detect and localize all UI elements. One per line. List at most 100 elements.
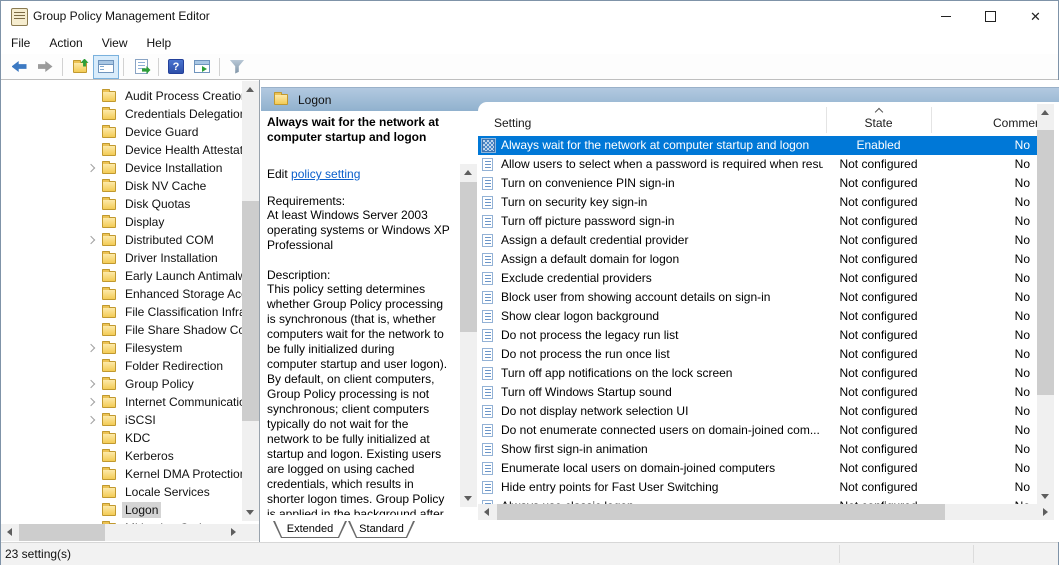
column-header-setting[interactable]: Setting (494, 116, 531, 130)
folder-icon (102, 505, 116, 516)
expand-chevron-icon[interactable] (85, 399, 102, 405)
tree-vertical-scrollbar[interactable] (242, 81, 259, 521)
forward-icon (38, 61, 53, 72)
setting-row[interactable]: Do not process the legacy run listNot co… (478, 326, 1037, 345)
scroll-left-icon[interactable] (7, 528, 12, 536)
scroll-left-icon[interactable] (484, 508, 489, 516)
scroll-up-icon[interactable] (464, 170, 472, 175)
forward-button[interactable] (33, 56, 57, 78)
tree-item-disk-nv-cache[interactable]: Disk NV Cache (1, 177, 242, 195)
tree-vscroll-thumb[interactable] (242, 201, 259, 421)
description-scroll-thumb[interactable] (460, 182, 477, 332)
list-vertical-scrollbar[interactable] (1037, 104, 1054, 505)
folder-icon (102, 109, 116, 120)
menu-item-action[interactable]: Action (40, 33, 91, 53)
close-button[interactable]: ✕ (1013, 1, 1058, 31)
maximize-button[interactable] (968, 1, 1013, 31)
expand-chevron-icon[interactable] (85, 381, 102, 387)
setting-row[interactable]: Turn off app notifications on the lock s… (478, 364, 1037, 383)
setting-row[interactable]: Enumerate local users on domain-joined c… (478, 459, 1037, 478)
back-button[interactable] (7, 56, 31, 78)
folder-icon (102, 163, 116, 174)
setting-row[interactable]: Always use classic logonNot configuredNo (478, 497, 1037, 504)
tree-item-display[interactable]: Display (1, 213, 242, 231)
scroll-down-icon[interactable] (1041, 494, 1049, 499)
expand-chevron-icon[interactable] (85, 165, 102, 171)
setting-row[interactable]: Turn on security key sign-inNot configur… (478, 193, 1037, 212)
setting-row[interactable]: Block user from showing account details … (478, 288, 1037, 307)
tab-standard[interactable]: Standard (348, 521, 415, 538)
help-button[interactable]: ? (164, 56, 188, 78)
setting-row[interactable]: Turn on convenience PIN sign-inNot confi… (478, 174, 1037, 193)
setting-name: Enumerate local users on domain-joined c… (501, 459, 823, 478)
tree-item-enhanced-storage-access[interactable]: Enhanced Storage Access (1, 285, 242, 303)
scroll-down-icon[interactable] (246, 510, 254, 515)
description-scrollbar[interactable] (460, 164, 477, 507)
up-one-level-button[interactable] (68, 56, 92, 78)
expand-chevron-icon[interactable] (85, 237, 102, 243)
setting-row[interactable]: Turn off Windows Startup soundNot config… (478, 383, 1037, 402)
scroll-up-icon[interactable] (1041, 110, 1049, 115)
setting-row[interactable]: Always wait for the network at computer … (478, 136, 1037, 155)
tree-item-device-guard[interactable]: Device Guard (1, 123, 242, 141)
edit-policy-setting-link[interactable]: policy setting (291, 167, 360, 181)
tree-item-folder-redirection[interactable]: Folder Redirection (1, 357, 242, 375)
tree-item-group-policy[interactable]: Group Policy (1, 375, 242, 393)
setting-row[interactable]: Allow users to select when a password is… (478, 155, 1037, 174)
column-separator[interactable] (826, 107, 827, 133)
expand-chevron-icon[interactable] (85, 345, 102, 351)
setting-row[interactable]: Do not display network selection UINot c… (478, 402, 1037, 421)
tree-item-credentials-delegation[interactable]: Credentials Delegation (1, 105, 242, 123)
tree-item-device-installation[interactable]: Device Installation (1, 159, 242, 177)
export-list-button[interactable] (129, 56, 153, 78)
tree-item-kdc[interactable]: KDC (1, 429, 242, 447)
setting-row[interactable]: Hide entry points for Fast User Switchin… (478, 478, 1037, 497)
setting-row[interactable]: Do not process the run once listNot conf… (478, 345, 1037, 364)
column-separator[interactable] (931, 107, 932, 133)
tree-item-logon[interactable]: Logon (1, 501, 242, 519)
list-hscroll-thumb[interactable] (497, 504, 945, 520)
setting-name: Block user from showing account details … (501, 288, 823, 307)
tree-item-label: Enhanced Storage Access (122, 286, 242, 302)
tree-item-disk-quotas[interactable]: Disk Quotas (1, 195, 242, 213)
tree-horizontal-scrollbar[interactable] (1, 524, 242, 541)
menu-item-help[interactable]: Help (138, 33, 181, 53)
tree-item-driver-installation[interactable]: Driver Installation (1, 249, 242, 267)
tree-item-file-classification-infrastructure[interactable]: File Classification Infrastructure (1, 303, 242, 321)
setting-row[interactable]: Turn off picture password sign-inNot con… (478, 212, 1037, 231)
setting-row[interactable]: Assign a default credential providerNot … (478, 231, 1037, 250)
setting-row[interactable]: Show clear logon backgroundNot configure… (478, 307, 1037, 326)
list-vscroll-thumb[interactable] (1037, 130, 1054, 395)
scroll-right-icon[interactable] (231, 528, 236, 536)
tree-item-internet-communication-management[interactable]: Internet Communication Management (1, 393, 242, 411)
list-horizontal-scrollbar[interactable] (478, 504, 1054, 520)
column-header-state[interactable]: State (826, 116, 931, 130)
minimize-button[interactable] (923, 1, 968, 31)
tree-item-iscsi[interactable]: iSCSI (1, 411, 242, 429)
setting-row[interactable]: Do not enumerate connected users on doma… (478, 421, 1037, 440)
filter-button[interactable] (225, 56, 249, 78)
setting-row[interactable]: Show first sign-in animationNot configur… (478, 440, 1037, 459)
tree-item-device-health-attestation[interactable]: Device Health Attestation (1, 141, 242, 159)
tree-hscroll-thumb[interactable] (19, 524, 105, 541)
tree-item-filesystem[interactable]: Filesystem (1, 339, 242, 357)
scroll-up-icon[interactable] (246, 87, 254, 92)
show-window-button[interactable] (190, 56, 214, 78)
menu-item-view[interactable]: View (93, 33, 137, 53)
menu-item-file[interactable]: File (2, 33, 39, 53)
show-console-tree-button[interactable] (94, 56, 118, 78)
tab-extended[interactable]: Extended (273, 521, 347, 538)
tree-item-file-share-shadow-copy-provider[interactable]: File Share Shadow Copy Provider (1, 321, 242, 339)
scroll-down-icon[interactable] (464, 496, 472, 501)
tree-item-audit-process-creation[interactable]: Audit Process Creation (1, 87, 242, 105)
setting-row[interactable]: Exclude credential providersNot configur… (478, 269, 1037, 288)
scroll-right-icon[interactable] (1043, 508, 1048, 516)
expand-chevron-icon[interactable] (85, 417, 102, 423)
tree-item-kernel-dma-protection[interactable]: Kernel DMA Protection (1, 465, 242, 483)
tree-item-kerberos[interactable]: Kerberos (1, 447, 242, 465)
tree-item-distributed-com[interactable]: Distributed COM (1, 231, 242, 249)
setting-row[interactable]: Assign a default domain for logonNot con… (478, 250, 1037, 269)
tree-item-early-launch-antimalware[interactable]: Early Launch Antimalware (1, 267, 242, 285)
column-header-comment[interactable]: Comment (931, 116, 1045, 130)
tree-item-locale-services[interactable]: Locale Services (1, 483, 242, 501)
